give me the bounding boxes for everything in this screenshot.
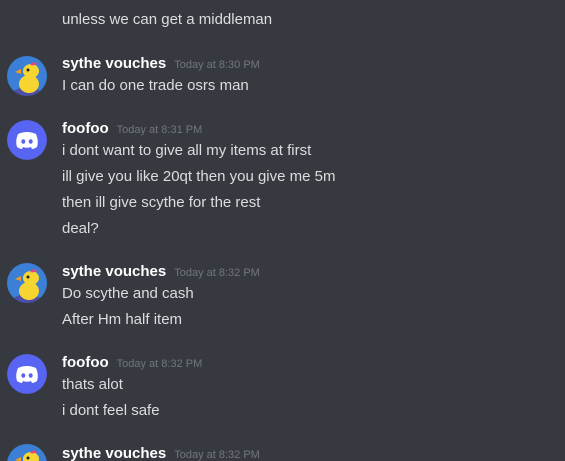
message-line: unless we can get a middleman (62, 11, 273, 28)
chat-message-list: unless we can get a middleman sythe vouc… (0, 0, 565, 461)
message-header: sythe vouches Today at 8:30 PM (62, 54, 260, 75)
message-line: thats alot (62, 376, 123, 393)
duck-avatar[interactable] (7, 444, 47, 461)
author-name[interactable]: foofoo (62, 354, 109, 371)
duck-avatar[interactable] (7, 56, 47, 96)
message-line: deal? (62, 220, 99, 237)
message-line: I can do one trade osrs man (62, 77, 249, 94)
author-name[interactable]: sythe vouches (62, 263, 166, 280)
discord-logo-icon (7, 354, 47, 394)
discord-logo-icon (7, 120, 47, 160)
author-name[interactable]: foofoo (62, 120, 109, 137)
discord-default-avatar[interactable] (7, 120, 47, 160)
duck-avatar[interactable] (7, 263, 47, 303)
message-header: foofoo Today at 8:32 PM (62, 353, 202, 374)
message-line: i dont feel safe (62, 402, 160, 419)
discord-default-avatar[interactable] (7, 354, 47, 394)
message-line: ill give you like 20qt then you give me … (62, 168, 336, 185)
duck-icon (7, 263, 47, 303)
message-line: i dont want to give all my items at firs… (62, 142, 312, 159)
message-timestamp: Today at 8:32 PM (174, 449, 260, 461)
message-header: sythe vouches Today at 8:32 PM (62, 444, 260, 461)
message-line: After Hm half item (62, 311, 183, 328)
message-timestamp: Today at 8:30 PM (174, 59, 260, 71)
message-timestamp: Today at 8:32 PM (116, 358, 203, 370)
message-header: sythe vouches Today at 8:32 PM (62, 262, 260, 283)
author-name[interactable]: sythe vouches (62, 55, 166, 72)
message-timestamp: Today at 8:32 PM (174, 267, 260, 279)
message-timestamp: Today at 8:31 PM (116, 124, 203, 136)
message-header: foofoo Today at 8:31 PM (62, 119, 202, 140)
author-name[interactable]: sythe vouches (62, 445, 166, 461)
duck-icon (7, 444, 47, 461)
message-line: Do scythe and cash (62, 285, 194, 302)
message-line: then ill give scythe for the rest (62, 194, 261, 211)
duck-icon (7, 56, 47, 96)
